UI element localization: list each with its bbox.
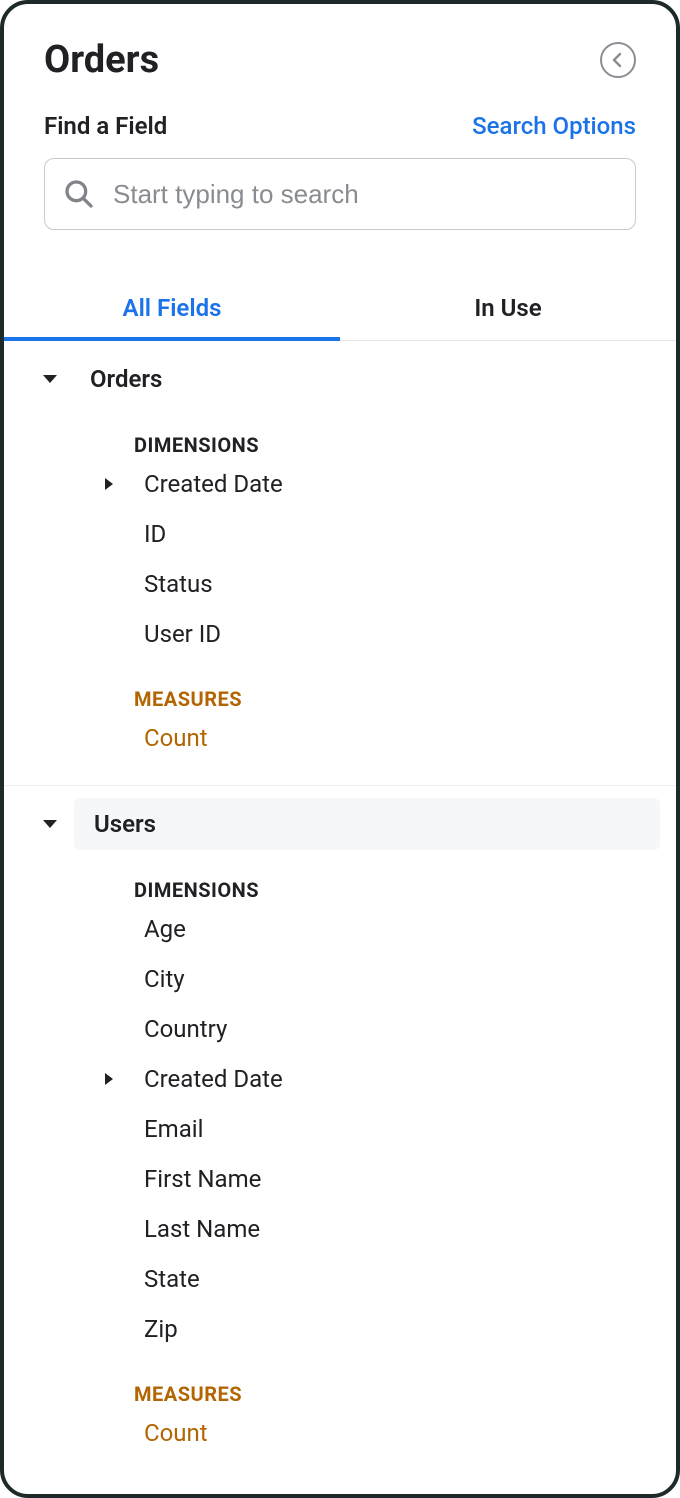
field-label: Created Date bbox=[134, 470, 283, 498]
field-label: Email bbox=[134, 1115, 203, 1143]
field-label: Country bbox=[134, 1015, 227, 1043]
caret-right-icon bbox=[104, 477, 114, 491]
field-item[interactable]: State bbox=[4, 1254, 676, 1304]
field-item[interactable]: Email bbox=[4, 1104, 676, 1154]
caret-down-icon bbox=[42, 818, 58, 830]
field-label: Zip bbox=[134, 1315, 178, 1343]
view-header-orders[interactable]: Orders bbox=[4, 353, 676, 405]
page-title: Orders bbox=[44, 38, 159, 82]
chevron-left-icon bbox=[610, 52, 626, 68]
field-label: Age bbox=[134, 915, 186, 943]
field-label: Last Name bbox=[134, 1215, 260, 1243]
field-item[interactable]: User ID bbox=[4, 609, 676, 659]
field-tabs: All Fields In Use bbox=[4, 278, 676, 341]
field-item[interactable]: Age bbox=[4, 904, 676, 954]
field-item[interactable]: Zip bbox=[4, 1304, 676, 1354]
collapse-panel-button[interactable] bbox=[600, 42, 636, 78]
view-name: Users bbox=[94, 810, 156, 838]
field-label: User ID bbox=[134, 620, 221, 648]
field-item[interactable]: ID bbox=[4, 509, 676, 559]
search-icon bbox=[63, 178, 95, 210]
field-item[interactable]: Count bbox=[4, 1408, 676, 1458]
field-label: First Name bbox=[134, 1165, 261, 1193]
field-tree: Orders DIMENSIONS Created Date ID Status bbox=[4, 341, 676, 1494]
field-item[interactable]: Status bbox=[4, 559, 676, 609]
field-item[interactable]: First Name bbox=[4, 1154, 676, 1204]
measures-label: MEASURES bbox=[4, 687, 676, 711]
field-item[interactable]: City bbox=[4, 954, 676, 1004]
tab-in-use[interactable]: In Use bbox=[340, 278, 676, 340]
field-item[interactable]: Created Date bbox=[4, 1054, 676, 1104]
search-options-link[interactable]: Search Options bbox=[472, 112, 636, 140]
dimensions-label: DIMENSIONS bbox=[4, 878, 676, 902]
field-item[interactable]: Country bbox=[4, 1004, 676, 1054]
field-item[interactable]: Count bbox=[4, 713, 676, 763]
field-label: Status bbox=[134, 570, 213, 598]
view-header-users[interactable]: Users bbox=[74, 798, 660, 850]
dimensions-label: DIMENSIONS bbox=[4, 433, 676, 457]
tab-all-fields[interactable]: All Fields bbox=[4, 278, 340, 340]
find-field-label: Find a Field bbox=[44, 112, 167, 140]
caret-down-icon bbox=[42, 373, 58, 385]
measures-label: MEASURES bbox=[4, 1382, 676, 1406]
field-label: Count bbox=[134, 724, 208, 752]
field-label: Created Date bbox=[134, 1065, 283, 1093]
field-item[interactable]: Last Name bbox=[4, 1204, 676, 1254]
caret-right-icon bbox=[104, 1072, 114, 1086]
field-item[interactable]: Created Date bbox=[4, 459, 676, 509]
search-box[interactable] bbox=[44, 158, 636, 230]
search-input[interactable] bbox=[113, 179, 617, 210]
field-label: Count bbox=[134, 1419, 208, 1447]
field-label: State bbox=[134, 1265, 200, 1293]
field-label: City bbox=[134, 965, 185, 993]
field-label: ID bbox=[134, 520, 166, 548]
view-name: Orders bbox=[90, 365, 162, 393]
